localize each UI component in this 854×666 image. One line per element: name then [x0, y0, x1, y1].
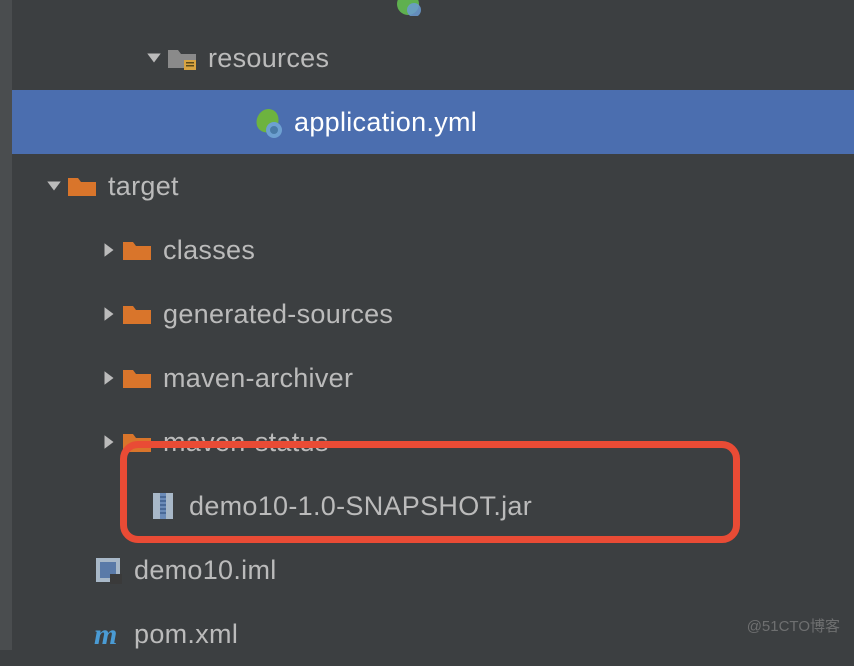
tree-item-application-yml[interactable]: application.yml — [12, 90, 854, 154]
tree-label: generated-sources — [163, 299, 393, 330]
tree-item-pom-xml[interactable]: m pom.xml — [12, 602, 854, 666]
tree-item-maven-archiver[interactable]: maven-archiver — [12, 346, 854, 410]
expand-arrow-right-icon[interactable] — [97, 238, 121, 262]
tree-label: maven-status — [163, 427, 329, 458]
archive-icon — [147, 490, 179, 522]
expand-arrow-down-icon[interactable] — [142, 46, 166, 70]
spring-config-icon — [252, 106, 284, 138]
resources-folder-icon — [166, 42, 198, 74]
tree-item-resources[interactable]: resources — [12, 26, 854, 90]
tree-item-maven-status[interactable]: maven-status — [12, 410, 854, 474]
tree-item-classes[interactable]: classes — [12, 218, 854, 282]
tree-label: pom.xml — [134, 619, 238, 650]
tree-label: demo10.iml — [134, 555, 277, 586]
tree-label: demo10-1.0-SNAPSHOT.jar — [189, 491, 532, 522]
folder-icon — [121, 234, 153, 266]
tree-label: application.yml — [294, 107, 477, 138]
tree-label: maven-archiver — [163, 363, 353, 394]
expand-arrow-right-icon[interactable] — [97, 302, 121, 326]
maven-icon: m — [92, 618, 124, 650]
folder-icon — [121, 426, 153, 458]
expand-arrow-right-icon[interactable] — [97, 366, 121, 390]
folder-icon — [121, 298, 153, 330]
watermark: @51CTO博客 — [747, 615, 840, 636]
tree-label: resources — [208, 43, 329, 74]
svg-text:m: m — [94, 618, 117, 650]
folder-icon — [121, 362, 153, 394]
expand-arrow-down-icon[interactable] — [42, 174, 66, 198]
tree-label: classes — [163, 235, 255, 266]
tree-item-demo-iml[interactable]: demo10.iml — [12, 538, 854, 602]
tree-label: target — [108, 171, 179, 202]
expand-arrow-right-icon[interactable] — [97, 430, 121, 454]
tree-item-generated-sources[interactable]: generated-sources — [12, 282, 854, 346]
tree-item-partial[interactable] — [12, 0, 854, 26]
spring-boot-icon — [392, 0, 424, 16]
project-tree: resources application.yml target classes — [12, 0, 854, 666]
module-file-icon — [92, 554, 124, 586]
folder-icon — [66, 170, 98, 202]
tree-item-target[interactable]: target — [12, 154, 854, 218]
tree-item-snapshot-jar[interactable]: demo10-1.0-SNAPSHOT.jar — [12, 474, 854, 538]
